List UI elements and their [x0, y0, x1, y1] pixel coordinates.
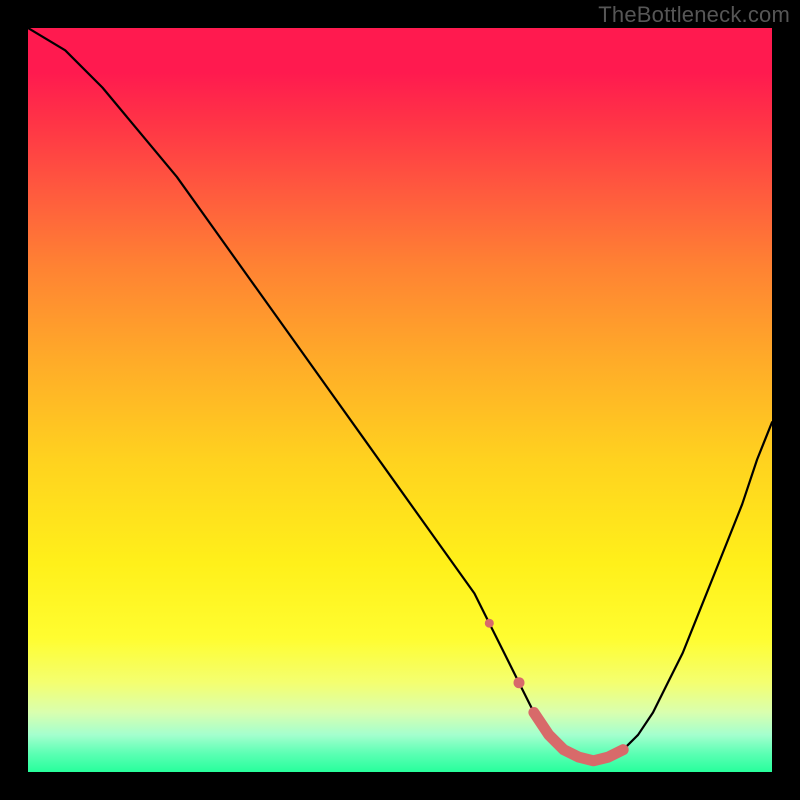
marker-dot: [514, 677, 525, 688]
marker-thick-segment: [534, 713, 623, 761]
chart-plot-area: [28, 28, 772, 772]
chart-curve-layer: [28, 28, 772, 772]
marker-dot: [485, 619, 494, 628]
curve-markers: [485, 619, 623, 761]
watermark-text: TheBottleneck.com: [598, 2, 790, 28]
bottleneck-curve: [28, 28, 772, 761]
